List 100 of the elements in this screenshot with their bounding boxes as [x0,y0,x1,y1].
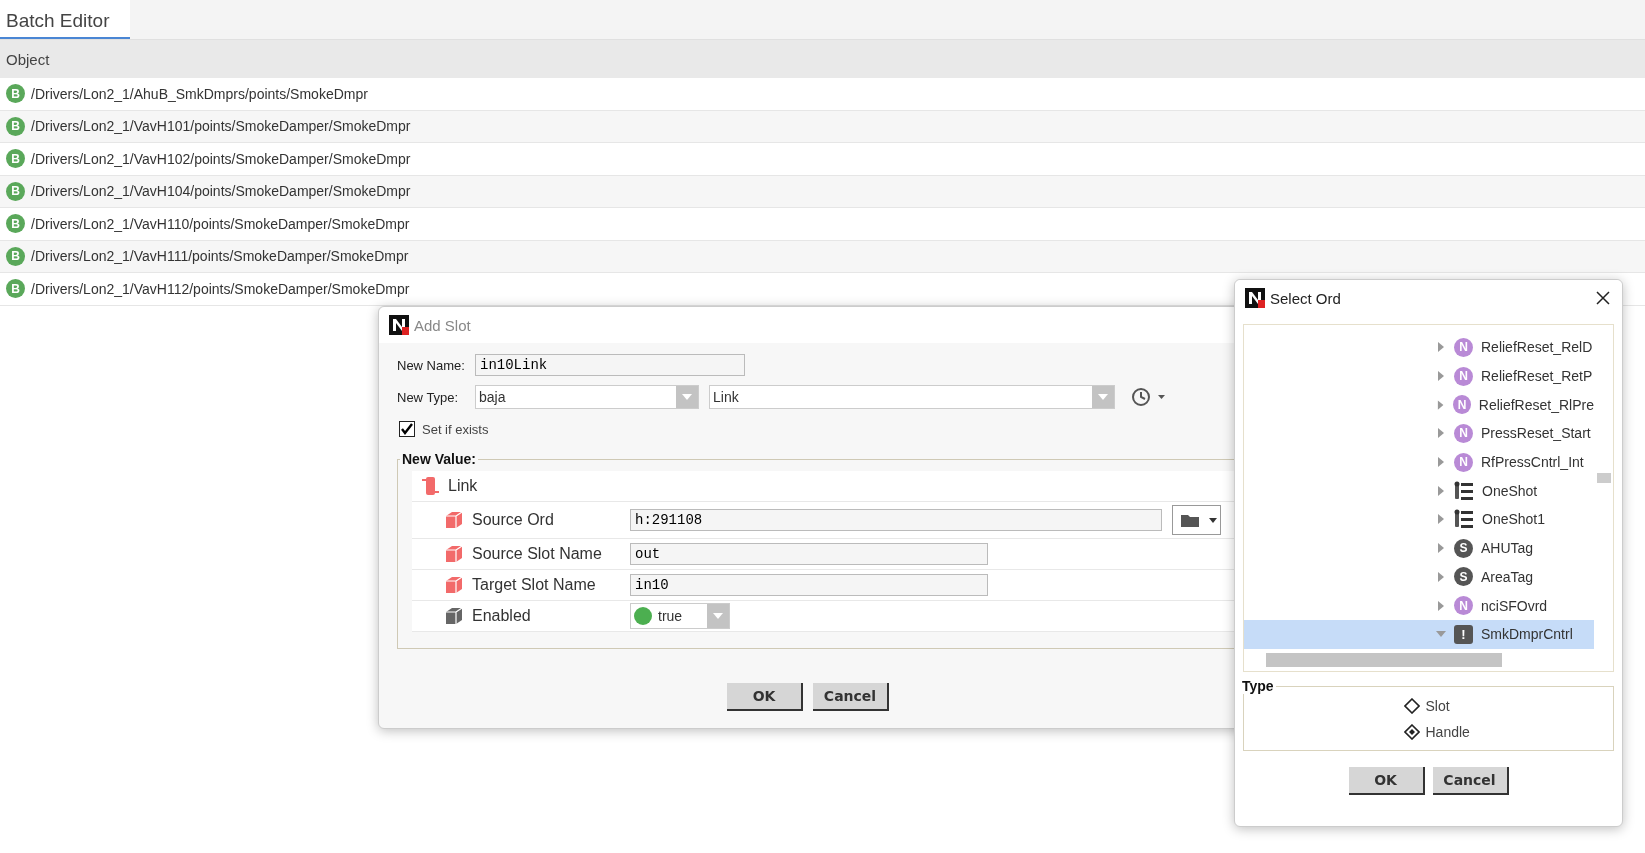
property-label: Source Ord [472,511,555,529]
dialog-title: Add Slot [414,316,471,334]
source-ord-field[interactable]: h:291108 [630,509,1162,531]
boolean-point-icon: B [6,149,25,169]
tree-item[interactable]: N nciSFOvrd [1244,591,1594,620]
field-label: New Name: [397,357,466,373]
object-path: /Drivers/Lon2_1/VavH111/points/SmokeDamper/SmokeDmpr [31,248,409,265]
tree-item[interactable]: N ReliefReset_RlPre [1244,390,1594,420]
tree-item-label: ReliefReset_RelD [1481,339,1593,356]
expand-arrow-icon[interactable] [1436,371,1446,382]
group-label: Type [1241,678,1275,694]
property-cube-icon [444,510,464,530]
expand-arrow-icon[interactable] [1436,571,1446,582]
tree-item-label: RfPressCntrl_Int [1481,454,1584,471]
property-label: Source Slot Name [472,545,603,563]
close-icon[interactable] [1596,291,1610,305]
object-path: /Drivers/Lon2_1/VavH112/points/SmokeDamper/SmokeDmpr [31,280,410,297]
set-if-exists-checkbox[interactable] [399,421,415,437]
type-dropdown[interactable]: Link [709,385,1115,409]
radio-label: Slot [1425,698,1450,714]
expand-arrow-icon[interactable] [1436,485,1446,496]
tree-item-label: ReliefReset_RetP [1481,368,1593,385]
tree-item[interactable]: N ReliefReset_RelD [1244,333,1594,362]
tree-item-label: OneShot1 [1482,511,1546,528]
cancel-button[interactable]: Cancel [813,683,889,711]
cancel-button[interactable]: Cancel [1432,767,1509,795]
group-label: New Value: [401,451,477,467]
numeric-point-icon: N [1454,423,1473,443]
numeric-point-icon: N [1454,366,1473,386]
boolean-point-icon: B [6,116,25,136]
tree-item-label: AHUTag [1481,540,1534,557]
caret-icon [1098,394,1108,400]
slot-name-field[interactable]: in10 [630,574,988,596]
tree-item[interactable]: OneShot [1244,476,1594,506]
tree-item-label: SmkDmprCntrl [1481,626,1573,643]
property-label: Enabled [472,607,532,625]
enabled-dropdown[interactable]: true [630,603,730,629]
browse-button[interactable] [1172,505,1221,535]
object-path: /Drivers/Lon2_1/VavH104/points/SmokeDamper/SmokeDmpr [31,183,411,200]
batch-editor-tab[interactable]: Batch Editor [0,0,130,39]
string-point-icon: S [1454,567,1473,587]
radio-label: Handle [1425,724,1470,740]
boolean-point-icon: B [6,181,25,201]
expand-arrow-icon[interactable] [1436,428,1446,439]
property-cube-icon [444,575,464,595]
tree-item[interactable]: OneShot1 [1244,505,1594,534]
boolean-point-icon: B [6,246,25,266]
caret-icon [682,394,692,400]
history-icon[interactable] [1131,387,1165,407]
alarm-icon: ! [1454,624,1473,644]
link-label: Link [448,477,478,495]
list-icon [1454,480,1474,501]
caret-icon [1209,517,1217,523]
tree-item[interactable]: S AHUTag [1244,533,1594,563]
expand-arrow-icon[interactable] [1436,543,1446,554]
tree-item-label: PressReset_Start [1481,425,1591,442]
ok-button[interactable]: OK [727,683,803,711]
object-path: /Drivers/Lon2_1/VavH110/points/SmokeDamper/SmokeDmpr [31,215,410,232]
column-header[interactable]: Object [0,40,1645,78]
numeric-point-icon: N [1454,452,1473,472]
tree-item[interactable]: N PressReset_Start [1244,419,1594,448]
string-point-icon: S [1454,538,1473,558]
object-path: /Drivers/Lon2_1/VavH101/points/SmokeDamper/SmokeDmpr [31,118,411,135]
numeric-point-icon: N [1453,395,1471,415]
tree-item[interactable]: N RfPressCntrl_Int [1244,447,1594,477]
expand-arrow-icon[interactable] [1436,457,1446,468]
numeric-point-icon: N [1454,337,1473,357]
checkbox-label: Set if exists [422,421,489,437]
expand-arrow-icon[interactable] [1436,514,1446,525]
boolean-point-icon: B [6,279,25,299]
caret-icon [713,613,723,619]
new-name-field[interactable]: in10Link [475,354,745,376]
ok-button[interactable]: OK [1348,767,1425,795]
boolean-point-icon: B [6,84,25,104]
boolean-point-icon: B [6,214,25,234]
tree-item-label: ReliefReset_RlPre [1478,396,1594,413]
expand-arrow-icon[interactable] [1436,342,1446,353]
property-cube-icon [444,544,464,564]
link-icon [422,476,440,496]
module-dropdown[interactable]: baja [475,385,699,409]
tree-item[interactable]: ! SmkDmprCntrl [1244,619,1594,649]
radio-button[interactable] [1403,724,1420,740]
tree-item[interactable]: N ReliefReset_RetP [1244,361,1594,391]
property-label: Target Slot Name [472,576,597,594]
object-path: /Drivers/Lon2_1/AhuB_SmkDmprs/points/SmokeDmpr [31,85,368,102]
slot-name-field[interactable]: out [630,543,988,565]
dialog-title: Select Ord [1270,289,1341,307]
numeric-point-icon: N [1454,596,1473,616]
tree-item-label: nciSFOvrd [1481,597,1548,614]
object-path: /Drivers/Lon2_1/VavH102/points/SmokeDamper/SmokeDmpr [31,150,411,167]
folder-icon [1181,512,1201,528]
tree-item-label: AreaTag [1481,568,1534,585]
app-logo-icon [1245,288,1265,308]
field-label: New Type: [397,389,460,405]
expand-arrow-icon[interactable] [1436,600,1446,611]
tree-item[interactable]: S AreaTag [1244,562,1594,592]
radio-button[interactable] [1403,698,1420,714]
app-logo-icon [389,315,409,335]
tree-item-label: OneShot [1482,482,1538,499]
expand-arrow-icon[interactable] [1436,399,1446,410]
